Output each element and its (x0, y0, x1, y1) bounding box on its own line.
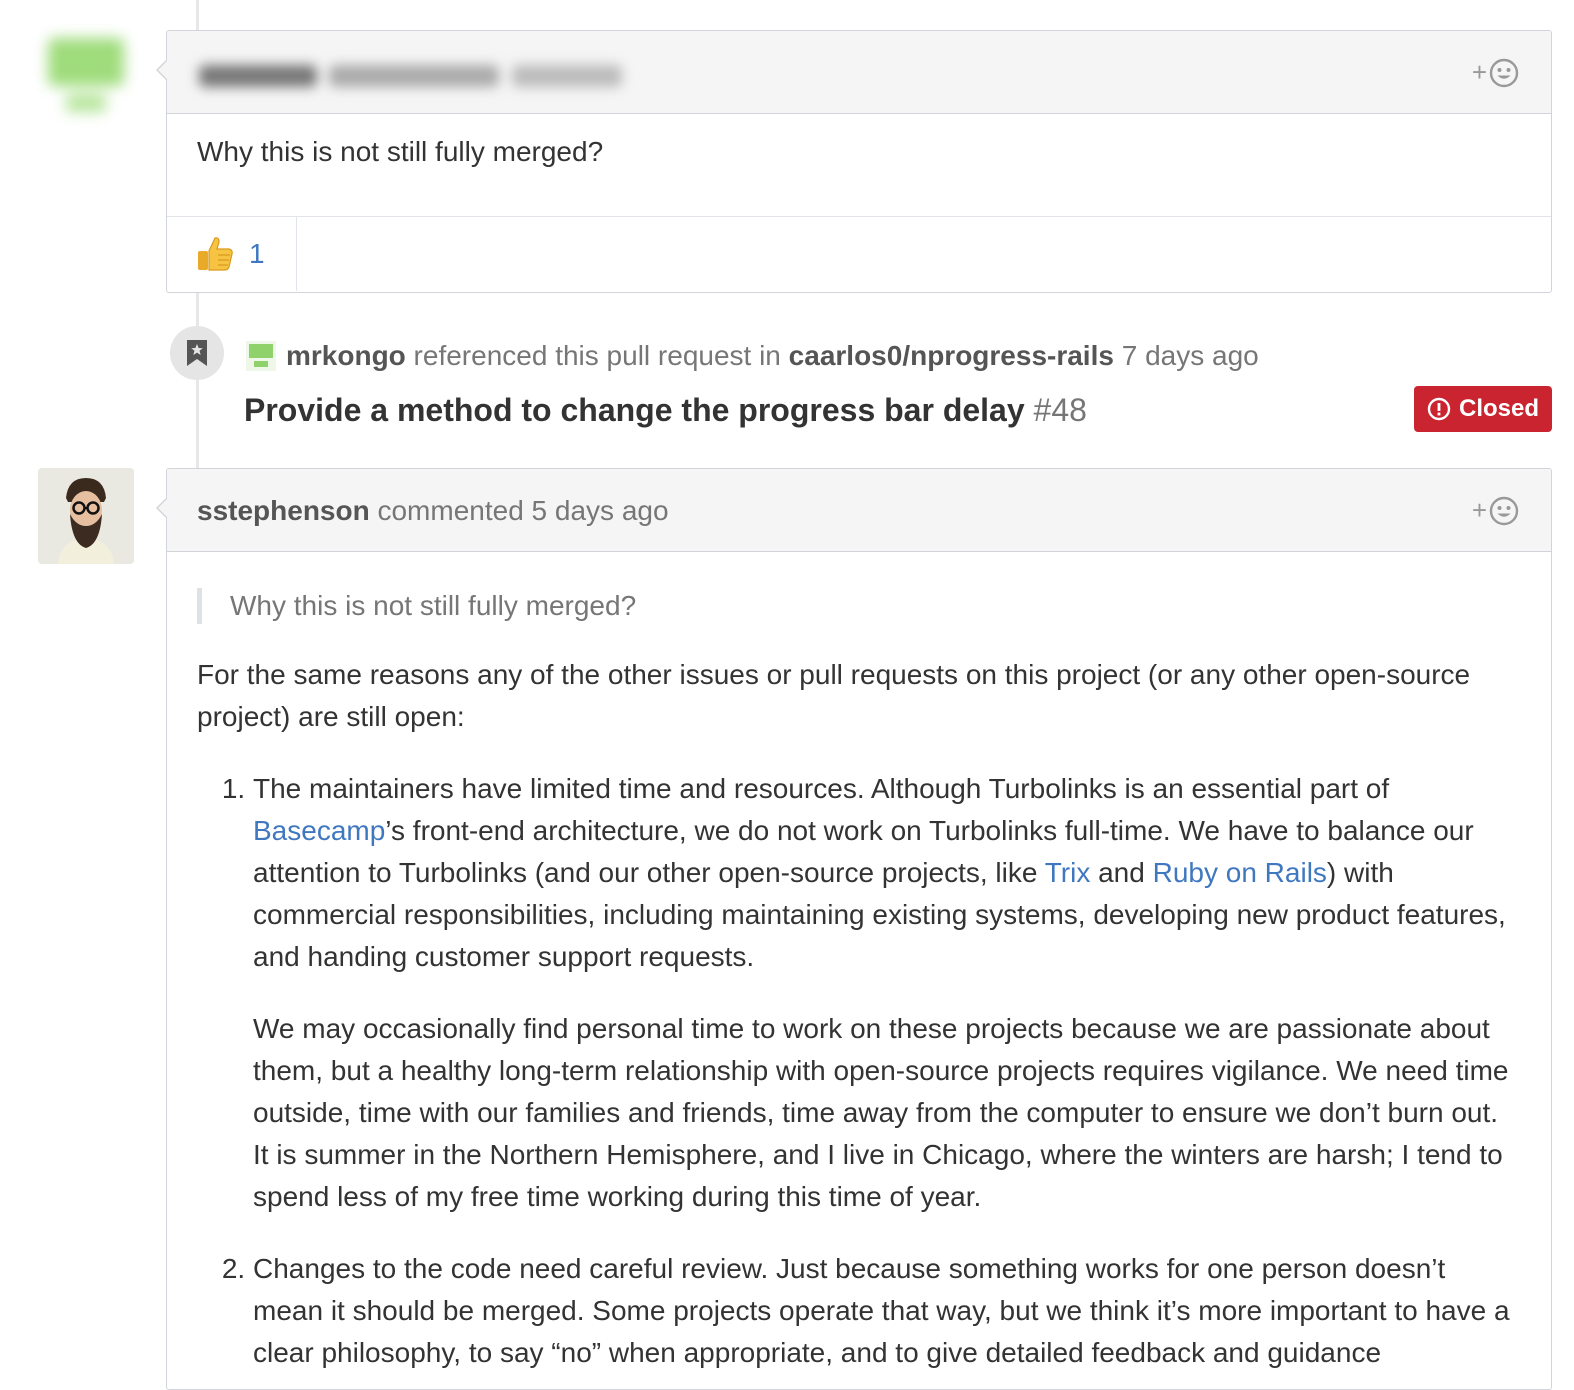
add-reaction-button[interactable]: + (1472, 495, 1519, 526)
comment-box: sstephenson commented 5 days ago + Why t… (156, 468, 1552, 1390)
rails-link[interactable]: Ruby on Rails (1153, 857, 1327, 888)
author-link[interactable]: sstephenson (197, 495, 370, 526)
comment-timestamp[interactable]: commented 5 days ago (370, 495, 668, 526)
plus-label: + (1471, 495, 1487, 525)
reaction-count: 1 (249, 238, 265, 269)
thumbs-up-reaction[interactable]: 1 (167, 217, 297, 291)
status-label: Closed (1458, 395, 1539, 422)
comment-header: + (167, 31, 1551, 114)
item2-text: Changes to the code need careful review.… (253, 1253, 1510, 1368)
closed-status-badge: Closed (1414, 386, 1552, 432)
text-span: and (1090, 857, 1153, 888)
basecamp-link[interactable]: Basecamp (253, 815, 385, 846)
bookmark-badge (170, 326, 224, 380)
reference-line: mrkongo referenced this pull request in … (246, 340, 1259, 372)
sstephenson-avatar[interactable] (38, 468, 134, 564)
issue-title-text[interactable]: Provide a method to change the progress … (244, 392, 1025, 428)
referenced-issue-title[interactable]: Provide a method to change the progress … (244, 392, 1087, 429)
text-span: The maintainers have limited time and re… (253, 773, 1390, 804)
reference-user-link[interactable]: mrkongo (286, 340, 406, 372)
item1-paragraph: The maintainers have limited time and re… (253, 768, 1521, 978)
trix-link[interactable]: Trix (1045, 857, 1091, 888)
item1-paragraph-2: We may occasionally find personal time t… (253, 1013, 1509, 1212)
reactions-bar: 1 (167, 217, 1551, 291)
blockquote: Why this is not still fully merged? (197, 588, 1521, 624)
thumbs-up-icon (198, 237, 233, 271)
comment-box: + Why this is not still fully merged? 1 (156, 30, 1552, 293)
avatar[interactable] (40, 32, 132, 124)
plus-label: + (1471, 57, 1487, 87)
comment-header: sstephenson commented 5 days ago + (167, 469, 1551, 552)
list-item: The maintainers have limited time and re… (253, 768, 1521, 1218)
comment-text: Why this is not still fully merged? (197, 136, 604, 167)
timeline-line (196, 0, 199, 30)
comment-body: Why this is not still fully merged? (167, 114, 1551, 217)
reasons-list: The maintainers have limited time and re… (197, 768, 1521, 1374)
mrkongo-avatar[interactable] (246, 341, 276, 371)
avatar-photo (38, 468, 134, 564)
blurred-author-info (199, 59, 629, 93)
list-item: Changes to the code need careful review.… (253, 1248, 1521, 1374)
issue-closed-icon (1427, 397, 1451, 421)
issue-number: #48 (1024, 392, 1087, 428)
smiley-icon (1489, 496, 1519, 525)
reference-time[interactable]: 7 days ago (1114, 340, 1259, 372)
reference-event: mrkongo referenced this pull request in … (170, 326, 1560, 436)
smiley-icon (1489, 58, 1519, 87)
comment-body: Why this is not still fully merged? For … (167, 552, 1551, 1374)
intro-paragraph: For the same reasons any of the other is… (197, 659, 1471, 732)
add-reaction-button[interactable]: + (1472, 57, 1519, 88)
reference-repo-link[interactable]: caarlos0/nprogress-rails (789, 340, 1114, 372)
comment-meta: sstephenson commented 5 days ago (197, 495, 669, 527)
bookmark-icon (187, 340, 207, 366)
reference-action: referenced this pull request in (405, 340, 789, 371)
